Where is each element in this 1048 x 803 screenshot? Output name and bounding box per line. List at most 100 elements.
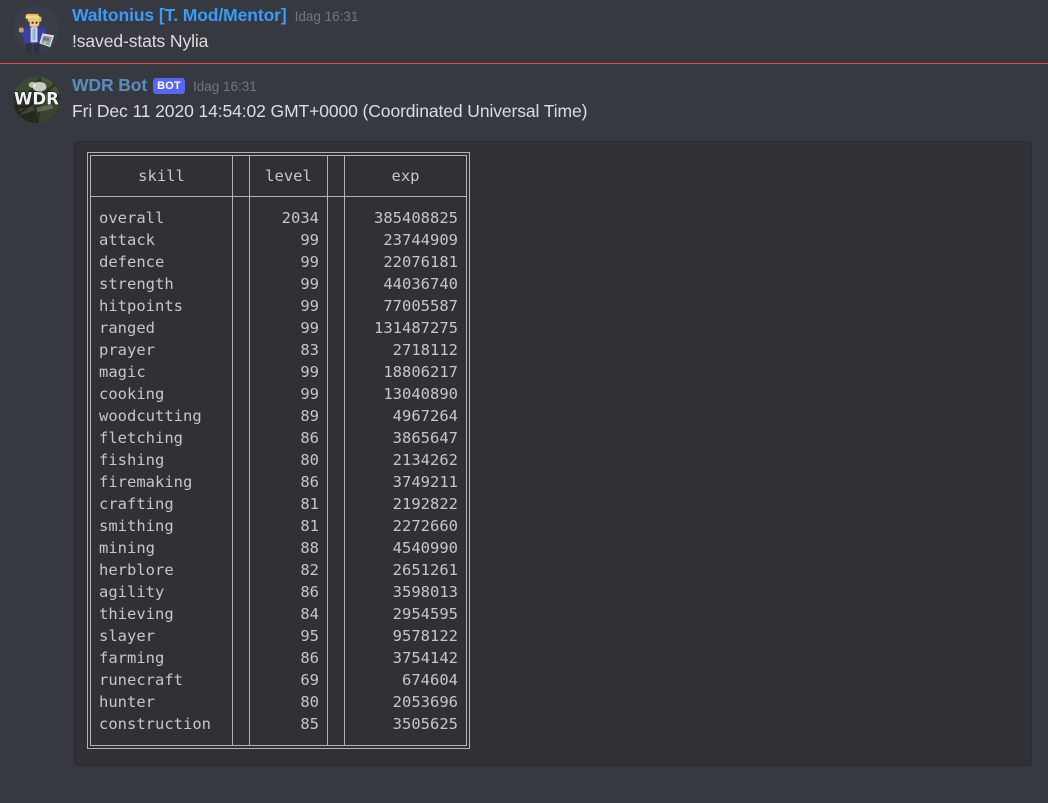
message-timestamp: Idag 16:31 (294, 9, 359, 24)
cell-level: 99 (249, 295, 328, 317)
message-body-bot: WDR Bot BOT Idag 16:31 Fri Dec 11 2020 1… (72, 74, 1048, 123)
avatar-container-bot: WDR (0, 74, 72, 123)
pixel-character-avatar-icon (12, 6, 60, 53)
cell-skill: fishing (90, 449, 233, 471)
cell-exp: 3754142 (344, 647, 467, 669)
username-waltonius[interactable]: Waltonius [T. Mod/Mentor] (72, 4, 287, 26)
cell-separator (232, 361, 250, 383)
message-body: Waltonius [T. Mod/Mentor] Idag 16:31 !sa… (72, 4, 1048, 53)
cell-skill: farming (90, 647, 233, 669)
cell-exp: 2134262 (344, 449, 467, 471)
cell-skill: magic (90, 361, 233, 383)
cell-skill: slayer (90, 625, 233, 647)
cell-level: 86 (249, 647, 328, 669)
cell-exp: 3865647 (344, 427, 467, 449)
message-user[interactable]: Waltonius [T. Mod/Mentor] Idag 16:31 !sa… (0, 0, 1048, 53)
cell-separator (327, 427, 345, 449)
cell-level: 99 (249, 383, 328, 405)
stats-table-body: overall 2034 385408825 attack 99 23744909 defe… (90, 196, 467, 746)
cell-separator (327, 647, 345, 669)
table-row: runecraft 69 674604 (90, 669, 467, 691)
cell-separator (327, 515, 345, 537)
cell-level: 83 (249, 339, 328, 361)
cell-skill: hitpoints (90, 295, 233, 317)
cell-skill: herblore (90, 559, 233, 581)
cell-separator (232, 317, 250, 339)
table-row: overall 2034 385408825 (90, 196, 467, 229)
avatar-wdr-bot[interactable]: WDR (12, 76, 60, 123)
cell-level: 82 (249, 559, 328, 581)
cell-separator (327, 559, 345, 581)
table-row: strength 99 44036740 (90, 273, 467, 295)
avatar-waltonius[interactable] (12, 6, 60, 53)
cell-level: 99 (249, 229, 328, 251)
cell-level: 85 (249, 713, 328, 746)
cell-separator (232, 471, 250, 493)
cell-separator (327, 383, 345, 405)
message-bot[interactable]: WDR WDR Bot BOT Idag 16:31 Fri Dec 11 20… (0, 64, 1048, 123)
cell-exp: 9578122 (344, 625, 467, 647)
column-header-exp: exp (344, 155, 467, 197)
cell-separator (327, 713, 345, 746)
column-header-skill: skill (90, 155, 233, 197)
table-row: thieving 84 2954595 (90, 603, 467, 625)
cell-exp: 44036740 (344, 273, 467, 295)
cell-skill: fletching (90, 427, 233, 449)
table-row: prayer 83 2718112 (90, 339, 467, 361)
message-header-bot: WDR Bot BOT Idag 16:31 (72, 74, 1032, 98)
cell-separator (327, 196, 345, 229)
cell-separator (327, 581, 345, 603)
cell-separator (327, 317, 345, 339)
svg-text:WDR: WDR (14, 89, 59, 108)
code-block: skill level exp overall 2034 385408825 atta… (74, 141, 1032, 766)
cell-separator (232, 251, 250, 273)
cell-level: 2034 (249, 196, 328, 229)
cell-skill: cooking (90, 383, 233, 405)
cell-skill: defence (90, 251, 233, 273)
table-row: cooking 99 13040890 (90, 383, 467, 405)
table-row: slayer 95 9578122 (90, 625, 467, 647)
cell-exp: 674604 (344, 669, 467, 691)
message-content-bot: Fri Dec 11 2020 14:54:02 GMT+0000 (Coord… (72, 101, 588, 121)
username-wdr-bot[interactable]: WDR Bot (72, 74, 147, 96)
cell-skill: smithing (90, 515, 233, 537)
cell-skill: ranged (90, 317, 233, 339)
cell-separator (327, 405, 345, 427)
cell-separator (327, 691, 345, 713)
cell-level: 80 (249, 691, 328, 713)
cell-separator (232, 581, 250, 603)
column-separator-1 (232, 155, 250, 197)
cell-skill: construction (90, 713, 233, 746)
table-row: woodcutting 89 4967264 (90, 405, 467, 427)
stats-table-head: skill level exp (90, 155, 467, 197)
table-row: fletching 86 3865647 (90, 427, 467, 449)
cell-level: 99 (249, 361, 328, 383)
cell-separator (327, 295, 345, 317)
cell-skill: crafting (90, 493, 233, 515)
table-row: hitpoints 99 77005587 (90, 295, 467, 317)
cell-separator (327, 603, 345, 625)
cell-level: 86 (249, 581, 328, 603)
cell-separator (327, 361, 345, 383)
cell-skill: thieving (90, 603, 233, 625)
stats-table-header-row: skill level exp (90, 155, 467, 197)
cell-skill: woodcutting (90, 405, 233, 427)
cell-exp: 3505625 (344, 713, 467, 746)
table-row: smithing 81 2272660 (90, 515, 467, 537)
cell-separator (327, 625, 345, 647)
cell-exp: 385408825 (344, 196, 467, 229)
cell-exp: 4967264 (344, 405, 467, 427)
cell-separator (232, 405, 250, 427)
cell-exp: 4540990 (344, 537, 467, 559)
cell-separator (232, 339, 250, 361)
cell-skill: prayer (90, 339, 233, 361)
cell-skill: agility (90, 581, 233, 603)
cell-separator (327, 449, 345, 471)
cell-separator (232, 196, 250, 229)
message-timestamp-bot: Idag 16:31 (192, 79, 257, 94)
wdr-logo-icon: WDR (12, 76, 60, 123)
table-row: construction 85 3505625 (90, 713, 467, 746)
cell-separator (232, 449, 250, 471)
cell-separator (232, 647, 250, 669)
cell-separator (232, 625, 250, 647)
